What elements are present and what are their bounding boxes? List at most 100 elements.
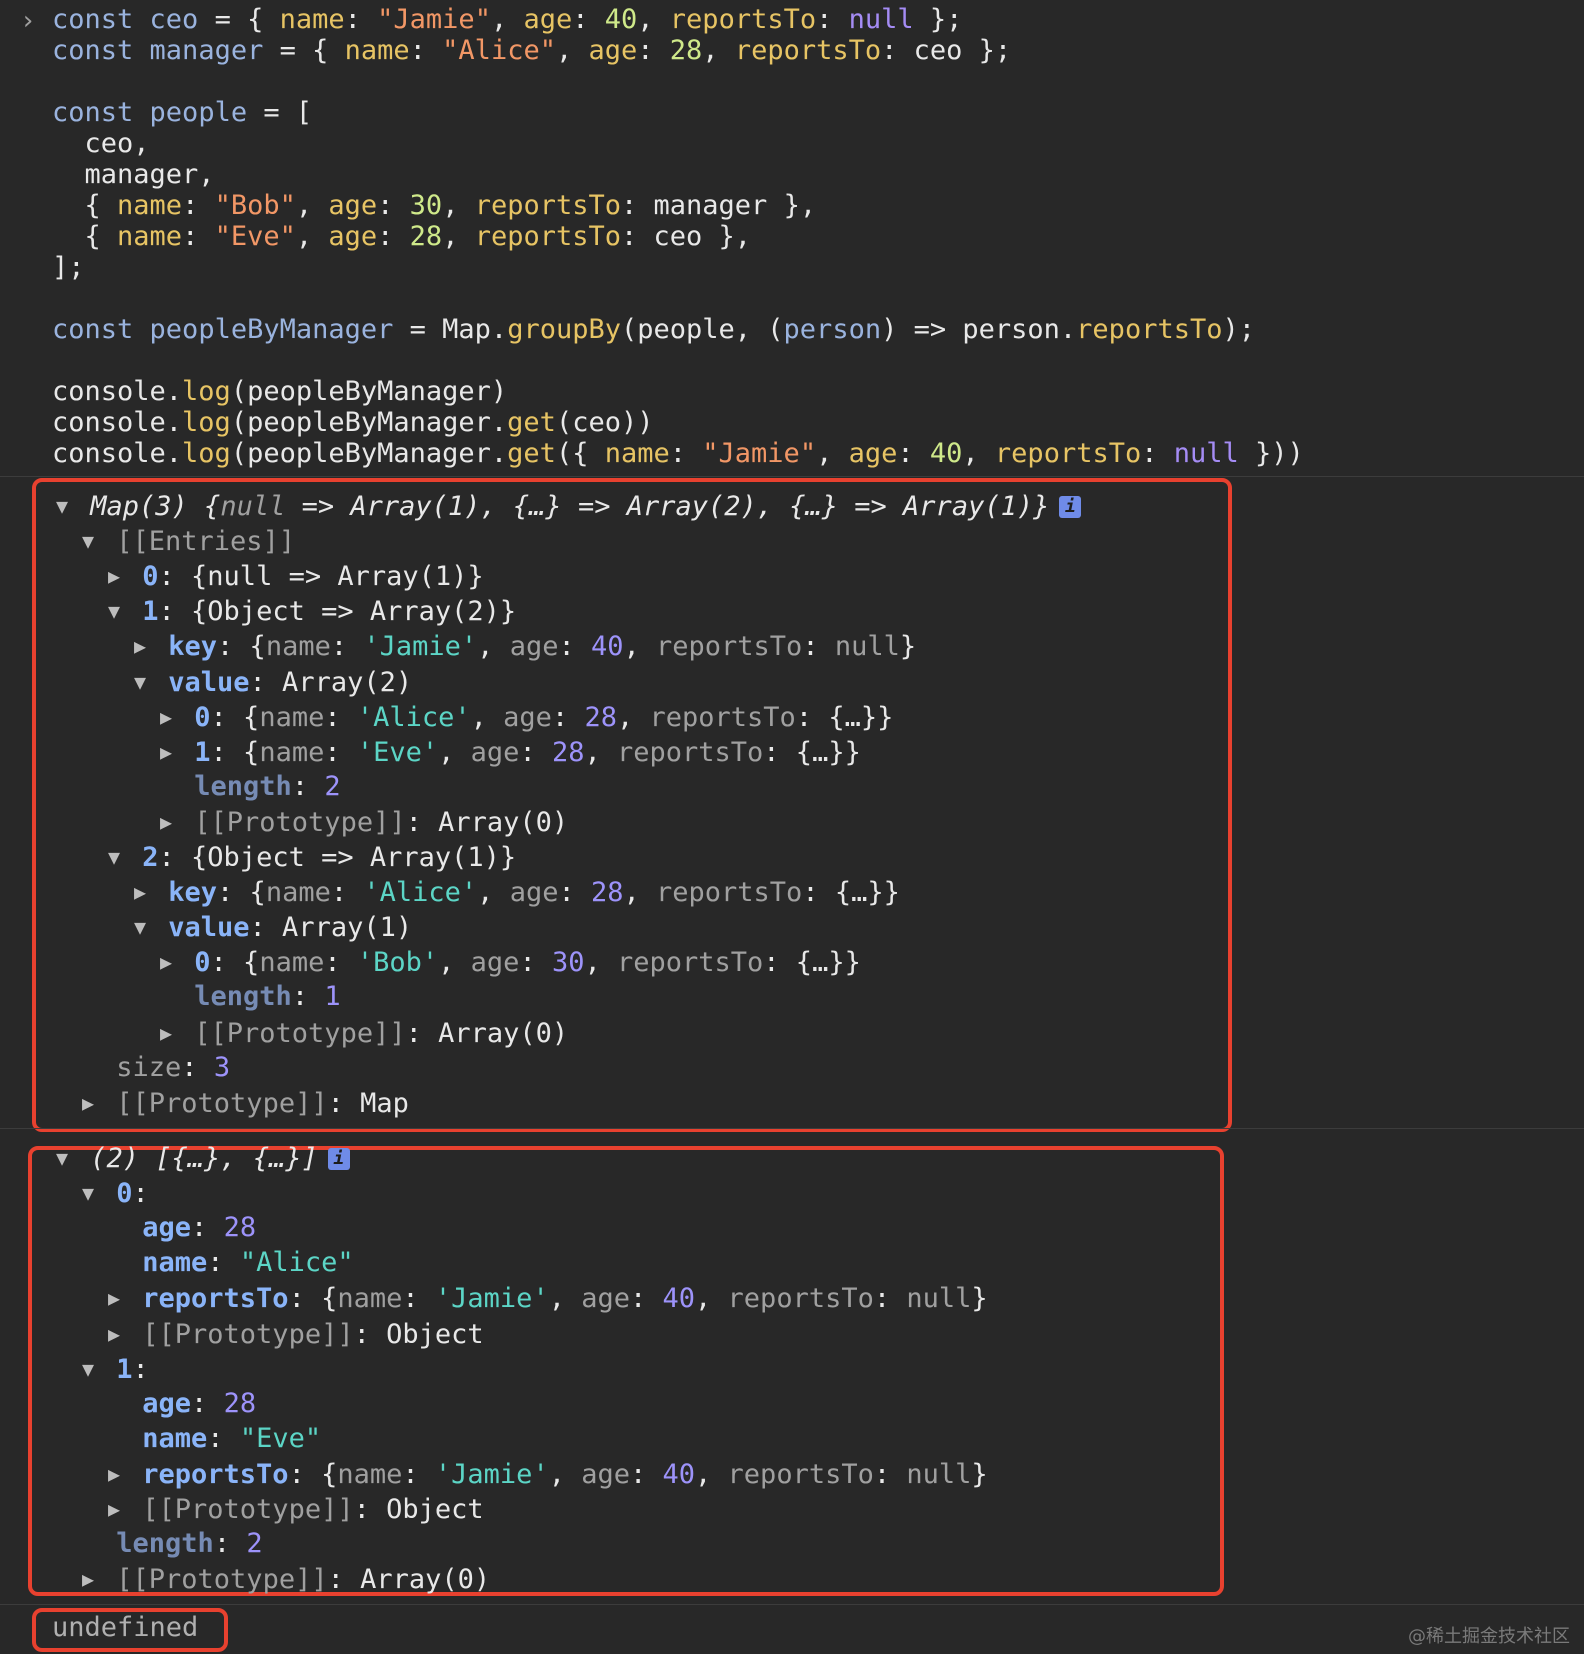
code-token: :	[207, 1422, 240, 1454]
code-token: => Array(1), {…} => Array(2), {…} => Arr…	[285, 491, 1050, 522]
expanded-triangle-icon[interactable]: ▼	[56, 1142, 74, 1174]
code-token: [[Prototype]]	[142, 1318, 354, 1350]
code-token: value	[168, 912, 250, 944]
tree-row[interactable]: ▶ [[Prototype]]: Array(0)	[160, 1017, 568, 1049]
code-token: null	[220, 491, 286, 522]
tree-row[interactable]: ▶ [[Prototype]]: Map	[82, 1087, 409, 1119]
code-token: ) => person.	[881, 314, 1077, 345]
code-token: log	[182, 407, 231, 438]
code-token: : Array(2)	[249, 666, 413, 698]
code-line: { name: "Eve", age: 28, reportsTo: ceo }…	[52, 221, 752, 253]
code-token: : {Object => Array(1)}	[158, 842, 517, 873]
code-token: :	[344, 4, 378, 35]
code-token: 1	[324, 981, 341, 1013]
tree-row[interactable]: ▶ reportsTo: {name: 'Jamie', age: 40, re…	[108, 1458, 988, 1490]
code-token: const	[52, 4, 150, 35]
code-token: : {…}}	[763, 736, 861, 768]
code-token: : Array(0)	[405, 1017, 569, 1049]
collapsed-triangle-icon[interactable]: ▶	[134, 876, 152, 908]
tree-row[interactable]: ▶ [[Prototype]]: Array(0)	[160, 806, 568, 838]
tree-row[interactable]: ▼ (2) [{…}, {…}] i	[56, 1142, 350, 1174]
tree-row[interactable]: ▶ 0: {name: 'Alice', age: 28, reportsTo:…	[160, 701, 893, 733]
tree-row[interactable]: ▼ [[Entries]]	[82, 525, 295, 557]
code-token: reportsTo	[1076, 314, 1223, 345]
expanded-triangle-icon[interactable]: ▼	[134, 911, 152, 943]
code-token: ,	[702, 35, 735, 66]
expanded-triangle-icon[interactable]: ▼	[108, 595, 126, 627]
collapsed-triangle-icon[interactable]: ▶	[82, 1563, 100, 1595]
tree-row[interactable]: ▼ Map(3) {null => Array(1), {…} => Array…	[56, 490, 1082, 522]
code-token: console.	[52, 438, 183, 469]
code-token: :	[377, 190, 410, 221]
expanded-triangle-icon[interactable]: ▼	[56, 490, 74, 522]
code-token: :	[324, 701, 357, 733]
collapsed-triangle-icon[interactable]: ▶	[160, 701, 178, 733]
code-token: : Object	[353, 1494, 484, 1525]
collapsed-triangle-icon[interactable]: ▶	[108, 560, 126, 592]
collapsed-triangle-icon[interactable]: ▶	[108, 1458, 126, 1490]
tree-row[interactable]: ▼ 2: {Object => Array(1)}	[108, 841, 516, 873]
collapsed-triangle-icon[interactable]: ▶	[108, 1318, 126, 1350]
code-token: const	[52, 314, 150, 345]
tree-row[interactable]: ▶ 0: {null => Array(1)}	[108, 560, 484, 592]
code-token: ,	[623, 631, 657, 663]
expanded-triangle-icon[interactable]: ▼	[108, 841, 126, 873]
tree-row[interactable]: ▼ 1:	[82, 1353, 149, 1385]
tree-row[interactable]: ▼ 1: {Object => Array(2)}	[108, 595, 516, 627]
tree-row[interactable]: ▶ [[Prototype]]: Object	[108, 1493, 484, 1525]
code-token: log	[182, 376, 231, 407]
code-token: [[Prototype]]	[194, 1017, 406, 1049]
code-token: reportsTo	[727, 1283, 874, 1315]
code-token: : {	[217, 631, 266, 663]
collapsed-triangle-icon[interactable]: ▶	[160, 806, 178, 838]
code-token: null	[906, 1458, 972, 1490]
tree-row[interactable]: ▼ 0:	[82, 1177, 149, 1209]
watermark: @稀土掘金技术社区	[1408, 1626, 1570, 1647]
code-token: ,	[477, 877, 510, 909]
code-token: peopleByManager	[149, 314, 394, 345]
code-token: 1	[116, 1353, 133, 1385]
code-token: );	[1222, 314, 1255, 345]
collapsed-triangle-icon[interactable]: ▶	[160, 736, 178, 768]
code-token: :	[630, 1458, 663, 1490]
tree-row[interactable]: ▼ value: Array(1)	[134, 911, 412, 943]
tree-row[interactable]: ▶ reportsTo: {name: 'Jamie', age: 40, re…	[108, 1282, 988, 1314]
collapsed-triangle-icon[interactable]: ▶	[108, 1282, 126, 1314]
expanded-triangle-icon[interactable]: ▼	[82, 525, 100, 557]
code-token: ,	[616, 701, 650, 733]
info-icon[interactable]: i	[1059, 496, 1082, 518]
code-token: :	[873, 1458, 907, 1490]
expanded-triangle-icon[interactable]: ▼	[82, 1177, 100, 1209]
code-token: key	[168, 877, 218, 909]
tree-row[interactable]: ▶ key: {name: 'Jamie', age: 40, reportsT…	[134, 630, 916, 662]
code-token: 40	[929, 438, 963, 469]
code-token: reportsTo	[727, 1458, 874, 1490]
tree-row[interactable]: ▶ [[Prototype]]: Array(0)	[82, 1563, 490, 1595]
tree-row: age: 28	[108, 1388, 256, 1420]
expanded-triangle-icon[interactable]: ▼	[82, 1353, 100, 1385]
code-token: reportsTo	[656, 877, 803, 909]
code-token: length	[194, 770, 292, 802]
code-token: const	[52, 97, 150, 128]
code-token: ,	[548, 1283, 582, 1315]
tree-row[interactable]: ▶ [[Prototype]]: Object	[108, 1318, 484, 1350]
collapsed-triangle-icon[interactable]: ▶	[160, 1017, 178, 1049]
code-token: name	[344, 35, 410, 66]
collapsed-triangle-icon[interactable]: ▶	[160, 946, 178, 978]
tree-row[interactable]: ▶ 0: {name: 'Bob', age: 30, reportsTo: {…	[160, 946, 861, 978]
tree-row[interactable]: ▶ 1: {name: 'Eve', age: 28, reportsTo: {…	[160, 736, 861, 768]
tree-row[interactable]: ▼ value: Array(2)	[134, 666, 412, 698]
collapsed-triangle-icon[interactable]: ▶	[82, 1087, 100, 1119]
tree-row[interactable]: ▶ key: {name: 'Alice', age: 28, reportsT…	[134, 876, 900, 908]
code-token: age	[509, 877, 559, 909]
info-icon[interactable]: i	[327, 1148, 350, 1170]
collapsed-triangle-icon[interactable]: ▶	[108, 1493, 126, 1525]
code-token: : {	[217, 877, 266, 909]
code-token: 28	[223, 1212, 257, 1244]
code-token: age	[581, 1458, 630, 1490]
code-token: 40	[662, 1458, 696, 1490]
expanded-triangle-icon[interactable]: ▼	[134, 666, 152, 698]
code-token: null	[834, 631, 900, 663]
collapsed-triangle-icon[interactable]: ▶	[134, 630, 152, 662]
code-token: }))	[1238, 438, 1304, 469]
